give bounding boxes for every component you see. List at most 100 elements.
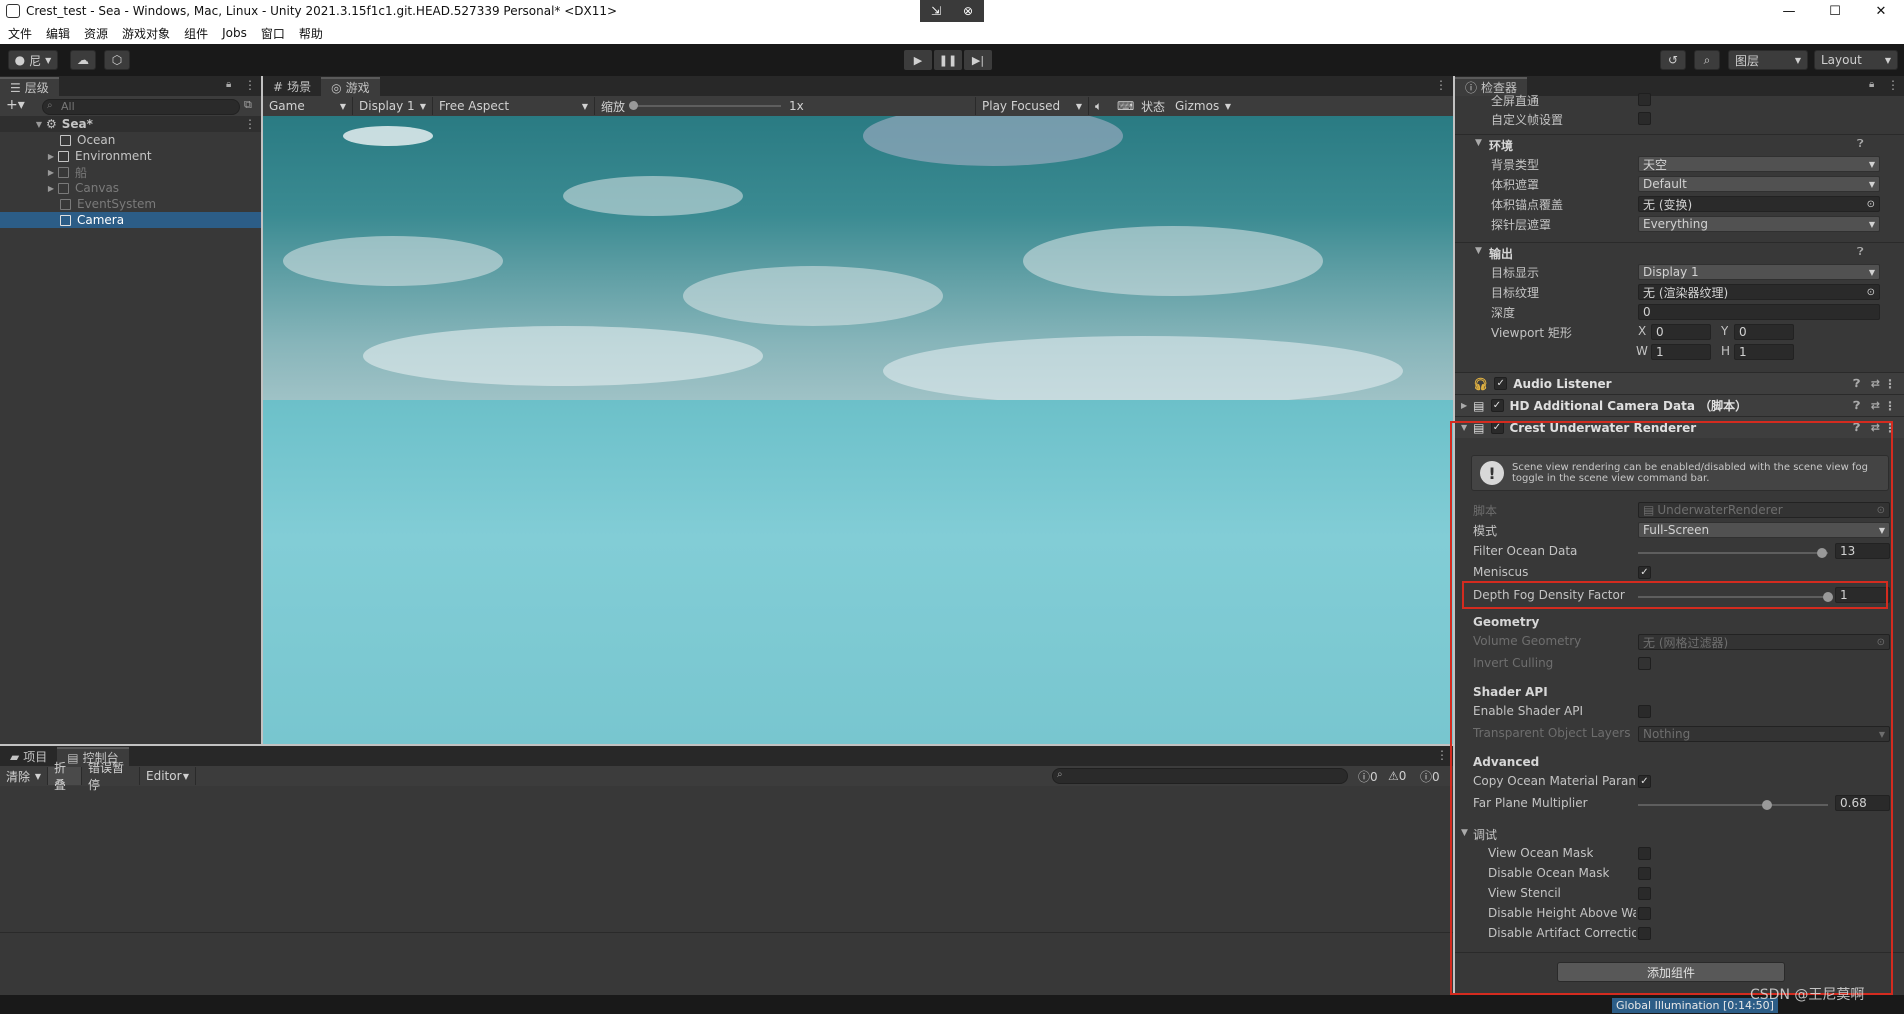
hd-camera-enabled-checkbox[interactable]: ✓ bbox=[1490, 399, 1504, 412]
menu-gameobject[interactable]: 游戏对象 bbox=[122, 25, 170, 42]
disable-ocean-mask-checkbox[interactable] bbox=[1638, 867, 1651, 880]
warning-count[interactable]: ⚠0 bbox=[1388, 769, 1406, 783]
object-picker-icon[interactable]: ⊙ bbox=[1867, 287, 1875, 298]
volume-anchor-field[interactable]: 无 (变换) ⊙ bbox=[1638, 196, 1880, 212]
expand-arrow-icon[interactable]: ▼ bbox=[1461, 423, 1467, 432]
scene-filter-icon[interactable]: ⧉ bbox=[244, 98, 252, 112]
add-component-button[interactable]: 添加组件 bbox=[1557, 962, 1785, 982]
remote-session-pill[interactable]: ⇲ ⊗ bbox=[920, 0, 984, 22]
help-icon[interactable]: ❓︎ bbox=[1853, 399, 1860, 413]
lock-icon[interactable]: 🔒︎ bbox=[226, 79, 231, 90]
output-header[interactable]: 输出 bbox=[1489, 245, 1513, 262]
play-button[interactable]: ▶ bbox=[904, 50, 932, 70]
pin-icon[interactable]: ⇲ bbox=[931, 4, 941, 18]
view-stencil-checkbox[interactable] bbox=[1638, 887, 1651, 900]
component-menu-icon[interactable]: ⋮ bbox=[1884, 399, 1896, 413]
enable-shader-api-checkbox[interactable] bbox=[1638, 705, 1651, 718]
editor-dropdown[interactable]: Editor ▼ bbox=[140, 767, 196, 785]
hierarchy-item-canvas[interactable]: ▶ Canvas bbox=[0, 180, 261, 196]
menu-edit[interactable]: 编辑 bbox=[46, 25, 70, 42]
object-picker-icon[interactable]: ⊙ bbox=[1867, 199, 1875, 210]
volume-mask-dropdown[interactable]: Default ▼ bbox=[1638, 176, 1880, 192]
console-search-input[interactable]: ⌕ bbox=[1052, 768, 1348, 784]
viewport-x-input[interactable]: 0 bbox=[1651, 324, 1711, 340]
hd-camera-data-header[interactable]: ▶ ▤ ✓ HD Additional Camera Data （脚本） ❓︎ … bbox=[1455, 394, 1904, 416]
tab-hierarchy[interactable]: ☰ 层级 bbox=[0, 77, 59, 96]
account-button[interactable]: ● 尼 ▼ bbox=[8, 50, 58, 70]
hierarchy-search-input[interactable]: ⌕ All bbox=[42, 99, 240, 115]
collab-button[interactable]: ⬡ bbox=[104, 50, 130, 70]
target-display-dropdown[interactable]: Display 1 ▼ bbox=[1638, 264, 1880, 280]
help-icon[interactable]: ❓︎ bbox=[1853, 377, 1860, 391]
tab-game[interactable]: ◎ 游戏 bbox=[321, 77, 380, 96]
preset-icon[interactable]: ⇄ bbox=[1871, 399, 1880, 412]
background-type-dropdown[interactable]: 天空 ▼ bbox=[1638, 156, 1880, 172]
component-menu-icon[interactable]: ⋮ bbox=[1884, 377, 1896, 391]
copy-ocean-material-checkbox[interactable]: ✓ bbox=[1638, 775, 1651, 788]
scale-slider-knob[interactable] bbox=[629, 101, 638, 110]
kebab-menu-icon[interactable]: ⋮ bbox=[1887, 78, 1899, 92]
expand-arrow-icon[interactable]: ▼ bbox=[34, 120, 44, 129]
expand-arrow-icon[interactable]: ▼ bbox=[1475, 246, 1482, 256]
menu-file[interactable]: 文件 bbox=[8, 25, 32, 42]
custom-frame-settings-checkbox[interactable] bbox=[1638, 112, 1651, 125]
expand-arrow-icon[interactable]: ▼ bbox=[1475, 138, 1482, 148]
view-ocean-mask-checkbox[interactable] bbox=[1638, 847, 1651, 860]
gizmos-dropdown[interactable]: Gizmos ▼ bbox=[1169, 97, 1237, 115]
viewport-h-input[interactable]: 1 bbox=[1734, 344, 1794, 360]
kebab-menu-icon[interactable]: ⋮ bbox=[244, 78, 256, 92]
aspect-dropdown[interactable]: Free Aspect ▼ bbox=[433, 97, 595, 115]
keyboard-icon[interactable]: ⌨ bbox=[1117, 99, 1134, 113]
expand-arrow-icon[interactable]: ▶ bbox=[1461, 401, 1467, 410]
viewport-w-input[interactable]: 1 bbox=[1651, 344, 1711, 360]
filter-ocean-data-input[interactable]: 13 bbox=[1835, 543, 1890, 559]
viewport-y-input[interactable]: 0 bbox=[1734, 324, 1794, 340]
hierarchy-item-boat[interactable]: ▶ 船 bbox=[0, 164, 261, 180]
expand-arrow-icon[interactable]: ▶ bbox=[46, 184, 56, 193]
kebab-menu-icon[interactable]: ⋮ bbox=[1436, 748, 1448, 762]
game-render-sky[interactable] bbox=[263, 116, 1453, 400]
expand-arrow-icon[interactable]: ▼ bbox=[1461, 828, 1468, 838]
info-count[interactable]: ⓘ0 bbox=[1358, 768, 1378, 785]
add-object-button[interactable]: +▾ bbox=[6, 97, 25, 113]
component-menu-icon[interactable]: ⋮ bbox=[1884, 421, 1896, 435]
expand-arrow-icon[interactable]: ▶ bbox=[46, 152, 56, 161]
clear-button[interactable]: 清除 ▼ bbox=[0, 767, 48, 785]
disable-height-above-water-checkbox[interactable] bbox=[1638, 907, 1651, 920]
layers-dropdown[interactable]: 图层 ▼ bbox=[1728, 50, 1808, 70]
target-texture-field[interactable]: 无 (渲染器纹理) ⊙ bbox=[1638, 284, 1880, 300]
depth-fog-slider-knob[interactable] bbox=[1823, 592, 1833, 602]
stats-toggle[interactable]: 状态 bbox=[1141, 98, 1165, 115]
error-count[interactable]: ⓘ0 bbox=[1420, 768, 1440, 785]
close-session-icon[interactable]: ⊗ bbox=[963, 4, 973, 18]
display-dropdown[interactable]: Display 1 ▼ bbox=[353, 97, 433, 115]
far-plane-multiplier-input[interactable]: 0.68 bbox=[1835, 795, 1890, 811]
scene-menu-icon[interactable]: ⋮ bbox=[244, 117, 256, 131]
fullscreen-passthrough-checkbox[interactable] bbox=[1638, 93, 1651, 106]
far-plane-slider-track[interactable] bbox=[1638, 804, 1828, 806]
meniscus-checkbox[interactable]: ✓ bbox=[1638, 566, 1651, 579]
scene-row[interactable]: ▼ ⚙ Sea* ⋮ bbox=[0, 116, 261, 132]
depth-fog-slider-track[interactable] bbox=[1638, 596, 1828, 598]
mode-dropdown[interactable]: Full-Screen ▼ bbox=[1638, 522, 1890, 538]
audio-listener-header[interactable]: 🎧︎ ✓ Audio Listener ❓︎ ⇄ ⋮ bbox=[1455, 372, 1904, 394]
lock-icon[interactable]: 🔒︎ bbox=[1869, 79, 1874, 90]
filter-slider-track[interactable] bbox=[1638, 552, 1828, 554]
game-render-water[interactable] bbox=[263, 400, 1453, 744]
help-icon[interactable]: ❓︎ bbox=[1853, 421, 1860, 435]
environment-header[interactable]: 环境 bbox=[1489, 137, 1513, 154]
menu-help[interactable]: 帮助 bbox=[299, 25, 323, 42]
audio-listener-enabled-checkbox[interactable]: ✓ bbox=[1494, 377, 1508, 390]
search-button[interactable]: ⌕ bbox=[1694, 50, 1720, 70]
preset-icon[interactable]: ⇄ bbox=[1871, 421, 1880, 434]
probe-layer-mask-dropdown[interactable]: Everything ▼ bbox=[1638, 216, 1880, 232]
menu-jobs[interactable]: Jobs bbox=[222, 26, 247, 40]
play-mode-dropdown[interactable]: Play Focused ▼ bbox=[975, 97, 1089, 115]
depth-input[interactable]: 0 bbox=[1638, 304, 1880, 320]
tab-project[interactable]: ▰ 项目 bbox=[0, 747, 57, 766]
close-button[interactable]: ✕ bbox=[1858, 0, 1904, 22]
scale-slider-track[interactable] bbox=[631, 105, 781, 107]
help-icon[interactable]: ❓︎ bbox=[1857, 245, 1864, 259]
depth-fog-density-input[interactable]: 1 bbox=[1835, 587, 1890, 603]
preset-icon[interactable]: ⇄ bbox=[1871, 377, 1880, 390]
